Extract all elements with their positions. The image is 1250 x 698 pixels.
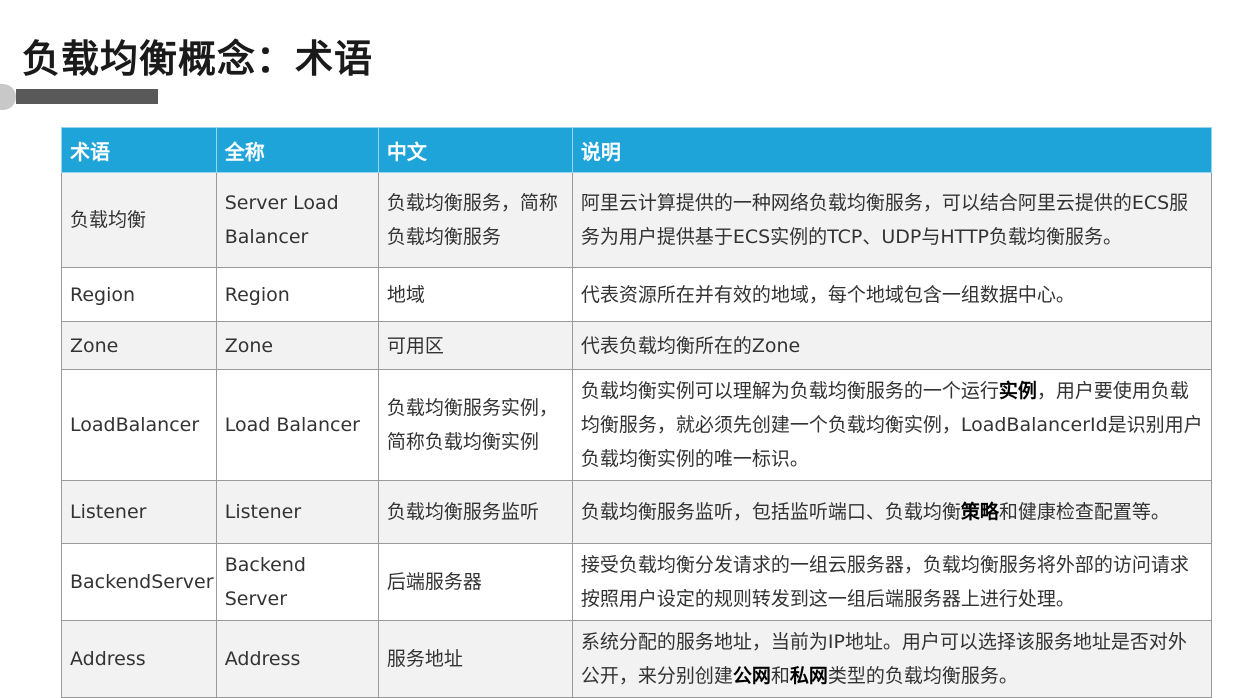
description-text: 负载均衡实例可以理解为负载均衡服务的一个运行 — [580, 380, 999, 402]
title-underline-bar — [16, 89, 158, 104]
description-text: 类型的负载均衡服务。 — [827, 665, 1018, 687]
description-emphasis: 实例 — [998, 380, 1037, 402]
table-row: Region Region 地域 代表资源所在并有效的地域，每个地域包含一组数据中心。 — [61, 267, 1213, 322]
table-row: Listener Listener 负载均衡服务监听 负载均衡服务监听，包括监听端口、… — [61, 480, 1213, 544]
title-bar-decoration — [0, 84, 16, 110]
table-row: 负载均衡 Server Load Balancer 负载均衡服务，简称负载均衡服务阿… — [61, 172, 1213, 268]
description-emphasis: 策略 — [960, 501, 999, 523]
cell-term: LoadBalancer — [61, 369, 217, 481]
header-description: 说明 — [571, 127, 1213, 173]
description-text: 负载均衡服务监听，包括监听端口、负载均衡 — [580, 501, 961, 523]
description-text: 阿里云计算提供的一种网络负载均衡服务，可以结合阿里云提供的ECS服务为用户提供基… — [580, 192, 1189, 248]
table-row: Address Address 服务地址 系统分配的服务地址，当前为IP地址。用户可以… — [61, 620, 1213, 698]
description-emphasis: 公网 — [732, 665, 771, 687]
cell-term: Listener — [61, 480, 217, 544]
header-full-name: 全称 — [215, 127, 379, 173]
terms-table: 术语 全称 中文 说明 负载均衡 Server Load Balancer 负载均衡… — [61, 127, 1213, 698]
cell-full-name: Server Load Balancer — [215, 172, 379, 268]
cell-full-name: Zone — [215, 321, 379, 370]
cell-chinese: 后端服务器 — [377, 543, 573, 621]
cell-term: Region — [61, 267, 217, 322]
cell-full-name: Load Balancer — [215, 369, 379, 481]
header-term: 术语 — [61, 127, 217, 173]
cell-description: 负载均衡服务监听，包括监听端口、负载均衡策略和健康检查配置等。 — [571, 480, 1213, 544]
cell-full-name: Listener — [215, 480, 379, 544]
header-chinese: 中文 — [377, 127, 573, 173]
cell-full-name: Address — [215, 620, 379, 698]
cell-chinese: 负载均衡服务实例，简称负载均衡实例 — [377, 369, 573, 481]
description-text: 和 — [770, 665, 790, 687]
cell-term: Zone — [61, 321, 217, 370]
cell-chinese: 地域 — [377, 267, 573, 322]
table-header-row: 术语 全称 中文 说明 — [61, 127, 1213, 173]
table-row: BackendServer Backend Server 后端服务器 接受负载均衡分发… — [61, 543, 1213, 621]
table-body: 负载均衡 Server Load Balancer 负载均衡服务，简称负载均衡服务阿… — [61, 172, 1213, 698]
cell-description: 代表资源所在并有效的地域，每个地域包含一组数据中心。 — [571, 267, 1213, 322]
cell-description: 阿里云计算提供的一种网络负载均衡服务，可以结合阿里云提供的ECS服务为用户提供基… — [571, 172, 1213, 268]
cell-full-name: Region — [215, 267, 379, 322]
description-text: 代表资源所在并有效的地域，每个地域包含一组数据中心。 — [580, 283, 1075, 306]
description-text: 和健康检查配置等。 — [998, 501, 1170, 523]
cell-term: Address — [61, 620, 217, 698]
cell-description: 负载均衡实例可以理解为负载均衡服务的一个运行实例，用户要使用负载均衡服务，就必须… — [571, 369, 1213, 481]
cell-full-name: Backend Server — [215, 543, 379, 621]
table-row: Zone Zone 可用区 代表负载均衡所在的Zone — [61, 321, 1213, 370]
cell-description: 接受负载均衡分发请求的一组云服务器，负载均衡服务将外部的访问请求按照用户设定的规… — [571, 543, 1213, 621]
cell-chinese: 可用区 — [377, 321, 573, 370]
table-row: LoadBalancer Load Balancer 负载均衡服务实例，简称负载均衡… — [61, 369, 1213, 481]
cell-chinese: 服务地址 — [377, 620, 573, 698]
description-text: 接受负载均衡分发请求的一组云服务器，负载均衡服务将外部的访问请求按照用户设定的规… — [580, 554, 1189, 610]
page-title: 负载均衡概念：术语 — [22, 37, 374, 81]
description-text: 代表负载均衡所在的Zone — [580, 334, 801, 357]
cell-term: 负载均衡 — [61, 172, 217, 268]
cell-description: 系统分配的服务地址，当前为IP地址。用户可以选择该服务地址是否对外公开，来分别创… — [571, 620, 1213, 698]
cell-description: 代表负载均衡所在的Zone — [571, 321, 1213, 370]
description-emphasis: 私网 — [789, 665, 828, 687]
cell-chinese: 负载均衡服务，简称负载均衡服务 — [377, 172, 573, 268]
cell-chinese: 负载均衡服务监听 — [377, 480, 573, 544]
cell-term: BackendServer — [61, 543, 217, 621]
